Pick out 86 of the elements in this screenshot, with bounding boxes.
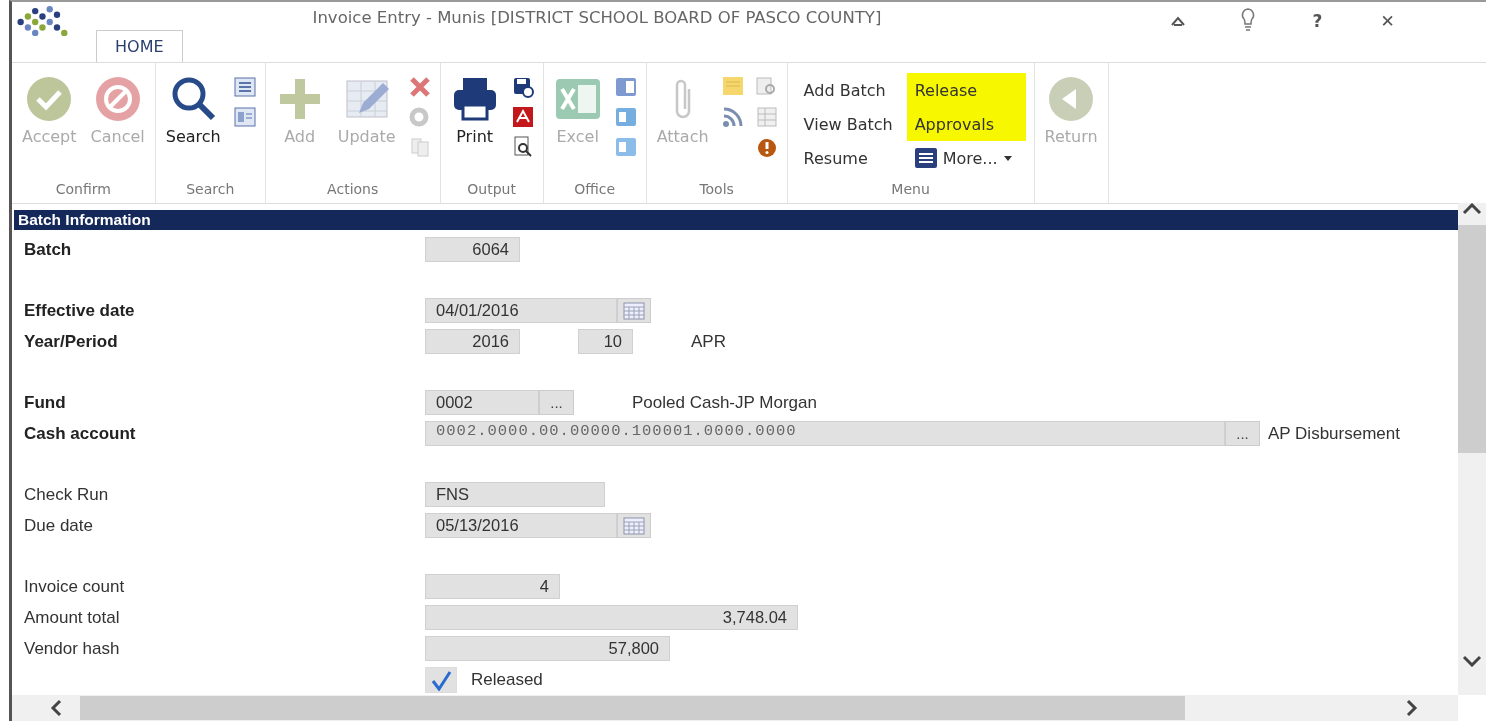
checkbox-label: Released xyxy=(471,669,543,690)
mail-icon xyxy=(614,106,637,128)
lookup-button[interactable]: ... xyxy=(1225,421,1260,446)
alert-icon xyxy=(755,136,778,158)
group-label: Menu xyxy=(891,181,930,197)
copy-icon xyxy=(408,136,431,158)
group-label: Output xyxy=(467,181,516,197)
ribbon-button[interactable]: Print xyxy=(448,67,501,146)
field-label: Fund xyxy=(24,392,66,412)
menu-link[interactable]: Approvals xyxy=(906,107,1026,141)
field-label: Due date xyxy=(24,515,93,535)
document-search-icon xyxy=(755,76,778,98)
field-label: Check Run xyxy=(24,484,109,504)
scroll-down-button[interactable] xyxy=(1462,655,1482,667)
field-label: Batch xyxy=(24,239,72,259)
prohibited-icon xyxy=(93,75,142,123)
back-circle-icon xyxy=(1047,75,1096,123)
toolbar-button[interactable] xyxy=(510,105,535,129)
scroll-up-button[interactable] xyxy=(1462,203,1482,215)
field-description: APR xyxy=(691,331,726,352)
scroll-right-button[interactable] xyxy=(1406,699,1418,717)
input-field[interactable]: 2016 xyxy=(425,329,520,354)
scroll-left-button[interactable] xyxy=(50,699,62,717)
section-header: Batch Information xyxy=(14,210,1458,230)
chevron-up-icon xyxy=(1462,203,1482,215)
calendar-button[interactable] xyxy=(617,298,651,323)
input-field[interactable]: 57,800 xyxy=(425,636,670,661)
save-icon xyxy=(511,76,534,98)
menu-link[interactable]: Release xyxy=(906,73,1026,107)
x-icon xyxy=(408,76,431,98)
lookup-button[interactable]: ... xyxy=(539,390,574,415)
menu-link[interactable]: Resume xyxy=(795,141,907,175)
list-icon xyxy=(233,76,256,98)
mail-icon xyxy=(614,136,637,158)
menu-link[interactable]: Add Batch xyxy=(795,73,907,107)
caret-icon xyxy=(1003,155,1012,161)
calendar-button[interactable] xyxy=(617,513,651,538)
input-field[interactable]: 3,748.04 xyxy=(425,605,798,630)
input-field[interactable]: 0002.0000.00.00000.100001.0000.0000 xyxy=(425,421,1225,446)
field-description: Pooled Cash-JP Morgan xyxy=(632,392,817,413)
lightbulb-icon xyxy=(1239,8,1256,32)
calendar-icon xyxy=(623,301,645,320)
field-label: Vendor hash xyxy=(24,638,120,658)
grid-icon xyxy=(755,106,778,128)
preview-icon xyxy=(511,136,534,158)
group-label: Actions xyxy=(327,181,379,197)
chevron-down-icon xyxy=(1462,655,1482,667)
input-field[interactable]: FNS xyxy=(425,482,605,507)
close-button[interactable]: ✕ xyxy=(1352,8,1423,34)
input-field[interactable]: 4 xyxy=(425,574,560,599)
note-icon xyxy=(721,76,744,98)
menu-link[interactable]: View Batch xyxy=(795,107,907,141)
field-description: AP Disbursement xyxy=(1268,423,1400,444)
input-field[interactable]: 6064 xyxy=(425,237,520,262)
group-label: Tools xyxy=(699,181,734,197)
collapse-icon xyxy=(1169,15,1186,27)
input-field[interactable]: 0002 xyxy=(425,390,539,415)
document-icon xyxy=(614,76,637,98)
rss-icon xyxy=(721,106,744,128)
window-title: Invoice Entry - Munis [DISTRICT SCHOOL BOARD OF PASCO COUNTY] xyxy=(312,8,883,29)
input-field[interactable]: 10 xyxy=(578,329,633,354)
input-field[interactable]: 05/13/2016 xyxy=(425,513,617,538)
horizontal-scrollbar[interactable] xyxy=(12,695,1458,721)
form-icon xyxy=(233,106,256,128)
group-label: Office xyxy=(574,181,616,197)
group-label: Confirm xyxy=(55,181,111,197)
input-field[interactable]: 04/01/2016 xyxy=(425,298,617,323)
vertical-scrollbar[interactable] xyxy=(1458,203,1486,695)
group-label: Search xyxy=(186,181,235,197)
help-button[interactable]: ? xyxy=(1282,8,1353,34)
checkbox[interactable] xyxy=(425,666,457,693)
ring-icon xyxy=(408,106,431,128)
calendar-icon xyxy=(623,516,645,535)
menu-icon xyxy=(914,148,937,168)
field-label: Cash account xyxy=(24,423,136,443)
menu-link[interactable]: More... xyxy=(906,141,1026,175)
chevron-right-icon xyxy=(1406,699,1418,717)
check-circle-icon xyxy=(25,75,74,123)
pdf-icon xyxy=(511,106,534,128)
field-label: Year/Period xyxy=(24,331,118,351)
chevron-left-icon xyxy=(50,699,62,717)
field-label: Effective date xyxy=(24,300,135,320)
ribbon-button[interactable]: Search xyxy=(163,67,223,146)
field-label: Amount total xyxy=(24,607,120,627)
field-label: Invoice count xyxy=(24,576,125,596)
ribbon-tab[interactable]: HOME xyxy=(96,30,183,62)
